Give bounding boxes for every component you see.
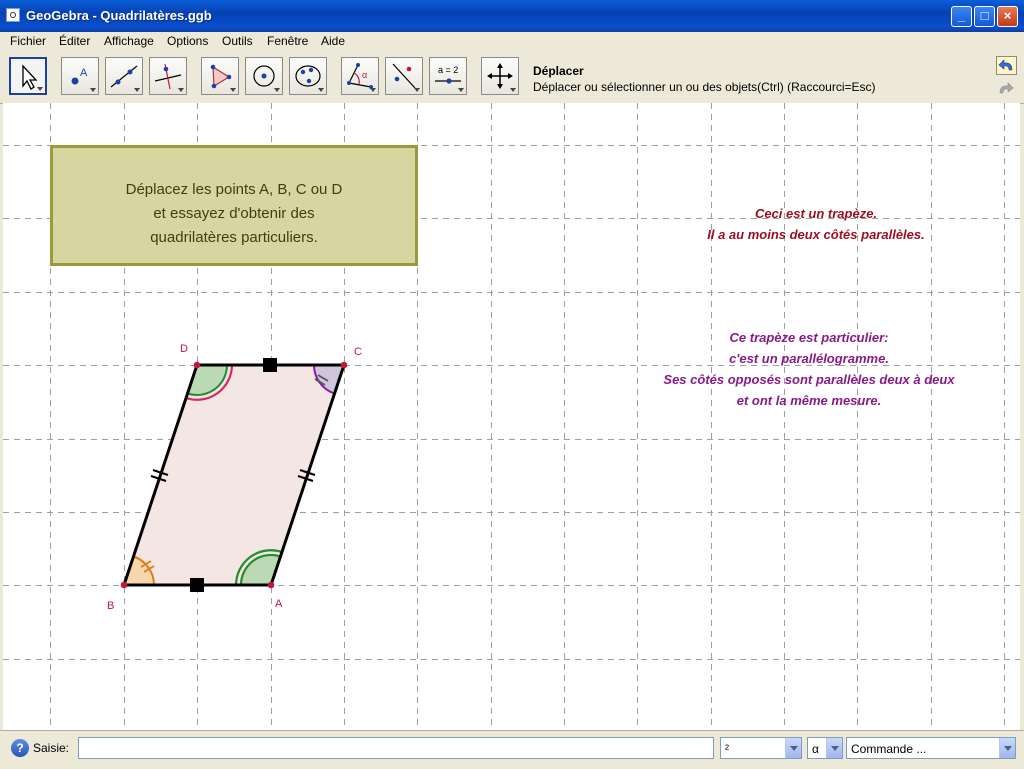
tool-line[interactable]: [105, 57, 143, 95]
point-b: [120, 581, 128, 589]
redo-button[interactable]: [996, 80, 1017, 99]
parallelogram-text: Ce trapèze est particulier: c'est un par…: [629, 327, 989, 411]
tool-move[interactable]: [9, 57, 47, 95]
instructions-line-3: quadrilatères particuliers.: [150, 229, 318, 246]
undo-button[interactable]: [996, 56, 1017, 75]
angle-icon: α: [347, 63, 373, 89]
trapezoid-text-line-2: Il a au moins deux côtés parallèles.: [707, 227, 925, 242]
tool-point[interactable]: A: [61, 57, 99, 95]
command-combo-value: Commande ...: [851, 742, 927, 756]
tool-reflect[interactable]: [385, 57, 423, 95]
tool-polygon[interactable]: [201, 57, 239, 95]
greek-combo-value: α: [812, 742, 819, 756]
chevron-down-icon[interactable]: [999, 738, 1015, 758]
redo-icon: [999, 82, 1014, 94]
parallelogram-text-line-3: Ses côtés opposés sont parallèles deux à…: [663, 372, 955, 387]
active-tool-title: Déplacer: [533, 64, 584, 78]
point-label-b: B: [107, 600, 115, 612]
graphics-view[interactable]: B A C D Déplacez les points A, B, C ou D…: [3, 103, 1020, 730]
line-through-two-points-icon: [110, 65, 138, 88]
symbol-combo[interactable]: ²: [720, 737, 802, 759]
instructions-line-2: et essayez d'obtenir des: [153, 205, 315, 222]
tool-angle[interactable]: α: [341, 57, 379, 95]
close-button[interactable]: ×: [997, 6, 1018, 27]
command-input[interactable]: [78, 737, 714, 759]
menu-aide[interactable]: Aide: [321, 34, 345, 48]
geogebra-app-icon: [6, 8, 20, 22]
tool-perpendicular[interactable]: [149, 57, 187, 95]
help-icon[interactable]: ?: [11, 739, 29, 757]
menu-fenetre[interactable]: Fenêtre: [267, 34, 308, 48]
symbol-combo-value: ²: [725, 742, 729, 756]
circle-with-center-icon: [253, 65, 275, 87]
tool-slider[interactable]: a = 2: [429, 57, 467, 95]
svg-text:A: A: [80, 67, 88, 79]
parallelogram-text-line-2: c'est un parallélogramme.: [729, 351, 889, 366]
maximize-button[interactable]: □: [974, 6, 995, 27]
perpendicular-line-icon: [154, 63, 182, 90]
point-a: [267, 581, 275, 589]
instructions-line-1: Déplacez les points A, B, C ou D: [125, 181, 343, 198]
point-label-a: A: [275, 598, 283, 610]
chevron-down-icon[interactable]: [826, 738, 842, 758]
move-graphics-view-icon: [487, 63, 513, 89]
midpoint-marker-ba[interactable]: [190, 578, 204, 592]
new-point-icon: A: [71, 67, 88, 85]
point-c: [340, 361, 348, 369]
parallelogram-text-line-1: Ce trapèze est particulier:: [729, 330, 889, 345]
menu-affichage[interactable]: Affichage: [104, 34, 154, 48]
trapezoid-text-line-1: Ceci est un trapèze.: [754, 206, 878, 221]
active-tool-help: Déplacer ou sélectionner un ou des objet…: [533, 80, 876, 94]
slider-icon-label: a = 2: [438, 65, 458, 75]
menu-options[interactable]: Options: [167, 34, 208, 48]
input-bar: ? Saisie: ² α Commande ...: [0, 730, 1024, 769]
instructions-box: Déplacez les points A, B, C ou D et essa…: [50, 145, 418, 266]
menu-editer[interactable]: Éditer: [59, 34, 90, 48]
menu-outils[interactable]: Outils: [222, 34, 253, 48]
svg-text:α: α: [362, 70, 367, 80]
point-d: [193, 361, 201, 369]
tool-conic[interactable]: [289, 57, 327, 95]
minimize-button[interactable]: _: [951, 6, 972, 27]
tool-circle[interactable]: [245, 57, 283, 95]
parallelogram-fill: [124, 365, 344, 585]
menu-fichier[interactable]: Fichier: [10, 34, 46, 48]
command-combo[interactable]: Commande ...: [846, 737, 1016, 759]
slider-icon: a = 2: [435, 65, 461, 84]
polygon-icon: [210, 64, 232, 89]
midpoint-marker-cd[interactable]: [263, 358, 277, 372]
input-label: Saisie:: [33, 741, 70, 755]
conic-through-five-points-icon: [295, 65, 321, 87]
trapezoid-text: Ceci est un trapèze. Il a au moins deux …: [666, 203, 966, 245]
point-label-d: D: [180, 343, 188, 355]
toolbar: A α a = 2: [0, 51, 1024, 104]
reflect-about-line-icon: [392, 63, 416, 89]
parallelogram-text-line-4: et ont la même mesure.: [736, 393, 882, 408]
undo-icon: [998, 59, 1013, 71]
chevron-down-icon[interactable]: [785, 738, 801, 758]
point-label-c: C: [354, 346, 362, 358]
greek-combo[interactable]: α: [807, 737, 843, 759]
menu-bar: Fichier Éditer Affichage Options Outils …: [0, 32, 1024, 51]
tool-move-graphics[interactable]: [481, 57, 519, 95]
window-title: GeoGebra - Quadrilatères.ggb: [26, 8, 212, 23]
title-bar: GeoGebra - Quadrilatères.ggb _ □ ×: [0, 0, 1024, 32]
